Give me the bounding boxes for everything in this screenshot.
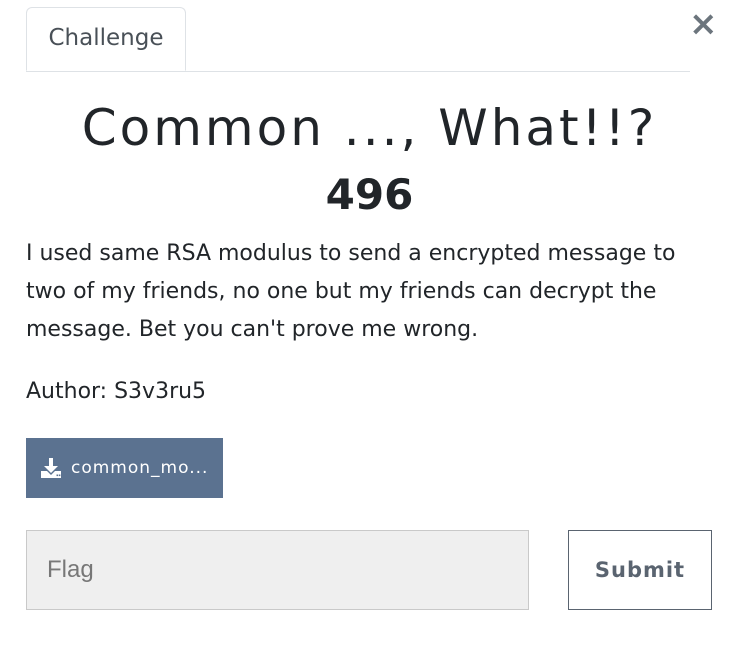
download-icon <box>40 457 62 479</box>
tab-challenge[interactable]: Challenge <box>26 7 186 71</box>
challenge-description: I used same RSA modulus to send a encryp… <box>26 241 676 342</box>
submit-button[interactable]: Submit <box>568 530 712 610</box>
challenge-modal: Challenge × Common ..., What!!? 496 I us… <box>0 0 739 649</box>
challenge-author: Author: S3v3ru5 <box>26 379 207 404</box>
tab-bar: Challenge <box>26 0 690 72</box>
challenge-title: Common ..., What!!? <box>81 99 658 157</box>
download-file-name: common_mo... <box>71 458 209 478</box>
close-icon[interactable]: × <box>689 7 718 41</box>
download-file-button[interactable]: common_mo... <box>26 438 223 498</box>
challenge-points: 496 <box>325 170 414 219</box>
flag-input[interactable] <box>26 530 529 610</box>
